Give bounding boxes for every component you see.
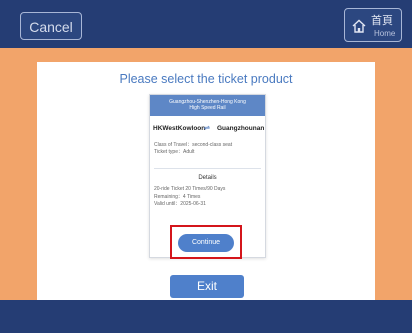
detail-remaining: Remaining：4 Times: [154, 194, 201, 200]
cancel-button[interactable]: Cancel: [20, 12, 82, 40]
route-to: Guangzhounan: [217, 125, 265, 132]
detail-ticket: 20-ride Ticket 20 Times/90 Days: [154, 186, 226, 192]
exit-button[interactable]: Exit: [170, 275, 244, 298]
ticket-select-dialog: Please select the ticket product Guangzh…: [37, 62, 375, 300]
top-bar: Cancel 首頁 Home: [0, 0, 412, 48]
route-from: HKWestKowloon: [153, 125, 206, 132]
detail-valid-until: Valid until：2025-06-31: [154, 201, 206, 207]
details-title: Details: [198, 175, 217, 181]
route: HKWestKowloon ⇌ Guangzhounan: [153, 125, 265, 135]
ticket-type: Ticket type：Adult: [154, 149, 195, 155]
home-button[interactable]: 首頁 Home: [344, 8, 402, 42]
card-divider: [154, 168, 261, 169]
home-label-en: Home: [374, 29, 396, 38]
home-label-zh: 首頁: [371, 15, 393, 27]
dialog-title: Please select the ticket product: [119, 72, 293, 86]
class-of-travel: Class of Travel：second-class seat: [154, 142, 233, 148]
home-icon: [352, 19, 366, 33]
card-header-line2: High Speed Rail: [189, 105, 226, 111]
card-header: Guangzhou-Shenzhen-Hong Kong High Speed …: [150, 95, 265, 116]
bottom-bar: [0, 300, 412, 333]
route-arrow-icon: ⇌: [204, 125, 210, 132]
continue-button[interactable]: Continue: [178, 234, 234, 252]
